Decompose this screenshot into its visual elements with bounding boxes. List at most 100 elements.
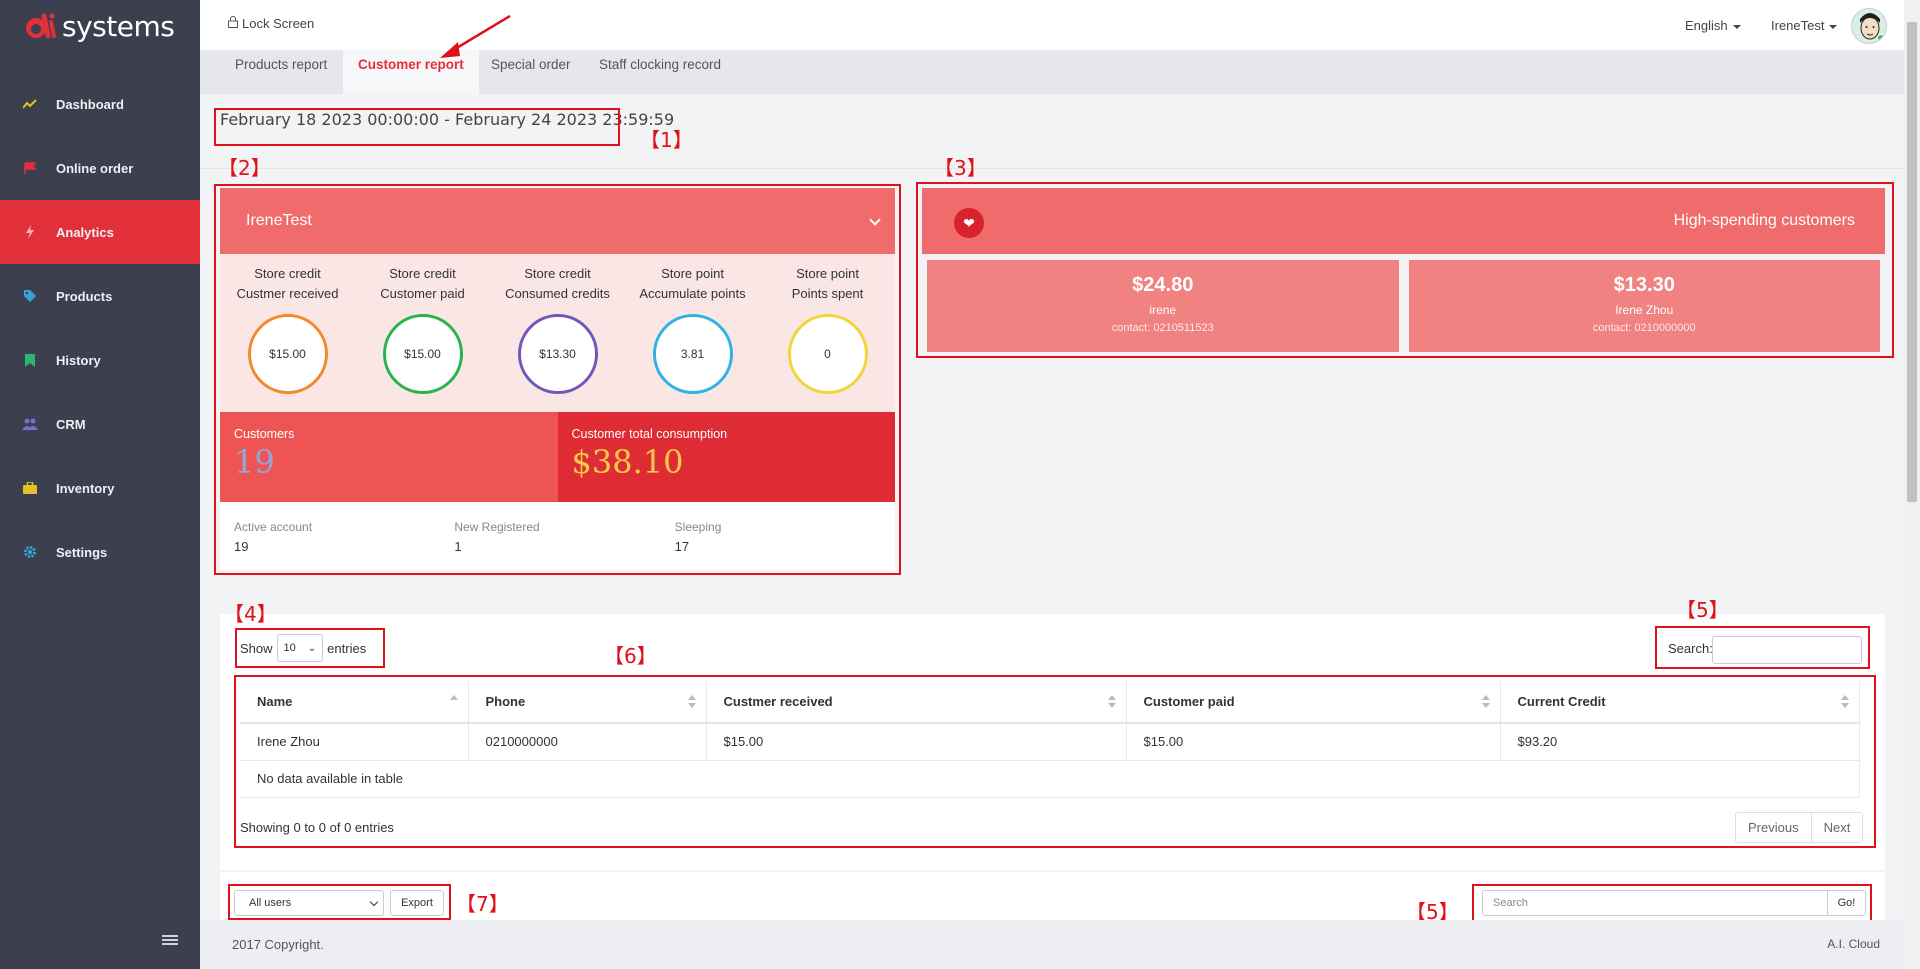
table-header-row: Name Phone Custmer received Customer pai…	[240, 681, 1860, 724]
stat-ring: $15.00	[247, 314, 328, 394]
user-name: IreneTest	[1771, 18, 1825, 33]
table-cell: $15.00	[1126, 723, 1501, 761]
high-spending-header: ❤ High-spending customers	[922, 188, 1885, 254]
card-name: irene	[1149, 303, 1177, 317]
summary-header[interactable]: IreneTest	[220, 188, 895, 254]
stat-item: Store credit Custmer received $15.00	[220, 264, 355, 394]
annotation-label-3: 【3】	[934, 156, 987, 180]
customer-card[interactable]: $24.80 irene contact: 0210511523	[927, 260, 1399, 352]
kpi-value: 19	[234, 443, 275, 481]
high-spending-cards: $24.80 irene contact: 0210511523 $13.30 …	[922, 260, 1885, 352]
annotation-label-1: 【1】	[640, 128, 693, 152]
table-cell: $15.00	[706, 723, 1127, 761]
export-button[interactable]: Export	[390, 890, 444, 916]
sidebar-item-settings[interactable]: Settings	[0, 520, 200, 584]
online-status-icon	[1877, 34, 1885, 42]
briefcase-icon	[22, 480, 38, 496]
next-page-button[interactable]: Next	[1810, 813, 1863, 842]
page-scrollbar[interactable]	[1904, 0, 1920, 969]
heart-icon: ❤	[954, 208, 984, 238]
sidebar-item-products[interactable]: Products	[0, 264, 200, 328]
stat-subtitle: Points spent	[791, 286, 864, 301]
entries-select[interactable]: 10 ⌄	[276, 634, 324, 662]
count-label: Sleeping	[674, 520, 722, 534]
avatar[interactable]	[1851, 8, 1887, 44]
column-header-phone[interactable]: Phone	[468, 681, 707, 724]
user-filter-select[interactable]: All users	[234, 890, 384, 916]
scrollbar-thumb[interactable]	[1907, 22, 1917, 502]
tab-staff-clocking-record[interactable]: Staff clocking record	[584, 50, 736, 94]
table-row[interactable]: Irene Zhou 0210000000 $15.00 $15.00 $93.…	[240, 723, 1860, 761]
customer-card[interactable]: $13.30 Irene Zhou contact: 0210000000	[1408, 260, 1880, 352]
annotation-label-4: 【4】	[224, 602, 277, 626]
stat-title: Store credit	[389, 266, 456, 281]
card-amount: $24.80	[1132, 274, 1194, 296]
chevron-down-icon	[869, 214, 881, 226]
brand-name: systems	[62, 9, 175, 43]
annotation-arrow-icon	[440, 14, 511, 58]
tab-products-report[interactable]: Products report	[220, 50, 342, 94]
customer-table: Name Phone Custmer received Customer pai…	[240, 681, 1860, 798]
sort-icon	[1481, 695, 1490, 709]
column-header-label: Custmer received	[723, 694, 833, 709]
high-spending-panel: ❤ High-spending customers $24.80 irene c…	[922, 188, 1885, 354]
column-header-name[interactable]: Name	[240, 681, 469, 724]
sidebar-item-analytics[interactable]: Analytics	[0, 200, 200, 264]
table-cell: $93.20	[1500, 723, 1860, 761]
stat-title: Store point	[796, 266, 859, 281]
sort-icon	[1841, 695, 1849, 709]
store-name: IreneTest	[246, 212, 312, 229]
column-header-label: Current Credit	[1517, 694, 1606, 709]
kpi-row: Customers 19 Customer total consumption …	[220, 412, 895, 502]
sidebar-item-dashboard[interactable]: Dashboard	[0, 72, 200, 136]
column-header-credit[interactable]: Current Credit	[1500, 681, 1860, 724]
sidebar-item-history[interactable]: History	[0, 328, 200, 392]
stat-ring: $13.30	[517, 314, 598, 394]
stat-title: Store credit	[524, 266, 591, 281]
sidebar-item-label: History	[56, 352, 101, 368]
lock-screen-label: Lock Screen	[242, 16, 315, 31]
count-value: 1	[454, 539, 462, 554]
sidebar-item-inventory[interactable]: Inventory	[0, 456, 200, 520]
menu-collapse-icon[interactable]	[162, 935, 178, 947]
stat-ring: 0	[787, 314, 868, 394]
column-header-received[interactable]: Custmer received	[706, 681, 1127, 724]
stat-subtitle: Consumed credits	[505, 286, 610, 301]
lock-screen-button[interactable]: Lock Screen	[228, 16, 314, 31]
column-header-paid[interactable]: Customer paid	[1126, 681, 1501, 724]
date-range-picker[interactable]: February 18 2023 00:00:00 - February 24 …	[220, 110, 674, 129]
high-spending-title: High-spending customers	[1673, 212, 1855, 229]
sidebar-nav: Dashboard Online order Analytics Product…	[0, 72, 200, 584]
stat-title: Store point	[661, 266, 724, 281]
annotation-label-5: 【5】	[1676, 598, 1729, 622]
stat-item: Store point Points spent 0	[760, 264, 895, 394]
pagination: Previous Next	[1735, 812, 1864, 843]
annotation-label-6: 【6】	[604, 644, 657, 668]
language-label: English	[1685, 18, 1728, 33]
sidebar-item-online-order[interactable]: Online order	[0, 136, 200, 200]
column-header-label: Phone	[485, 694, 526, 709]
sidebar-item-crm[interactable]: CRM	[0, 392, 200, 456]
kpi-label: Customers	[234, 427, 295, 441]
count-value: 19	[234, 539, 249, 554]
table-cell: Irene Zhou	[240, 723, 469, 761]
language-dropdown[interactable]: English	[1685, 18, 1741, 33]
sidebar-item-label: Products	[56, 288, 113, 304]
count-value: 17	[674, 539, 690, 554]
footer: 2017 Copyright. A.I. Cloud	[200, 920, 1904, 969]
go-button[interactable]: Go!	[1828, 890, 1866, 916]
column-header-label: Customer paid	[1143, 694, 1235, 709]
previous-page-button[interactable]: Previous	[1736, 813, 1811, 842]
brand-logo[interactable]: systems	[0, 0, 200, 52]
flag-icon	[22, 160, 38, 176]
count-item: Sleeping 17	[675, 502, 895, 570]
table-search-input[interactable]	[1712, 636, 1862, 664]
entries-length: Show 10 ⌄ entries	[240, 634, 366, 662]
stat-subtitle: Accumulate points	[639, 286, 746, 301]
card-contact: contact: 0210000000	[1592, 322, 1696, 334]
kpi-label: Customer total consumption	[571, 427, 728, 441]
stat-title: Store credit	[254, 266, 321, 281]
bottom-search-input[interactable]: Search	[1482, 890, 1828, 916]
gear-icon	[22, 544, 38, 560]
user-dropdown[interactable]: IreneTest	[1771, 18, 1838, 33]
